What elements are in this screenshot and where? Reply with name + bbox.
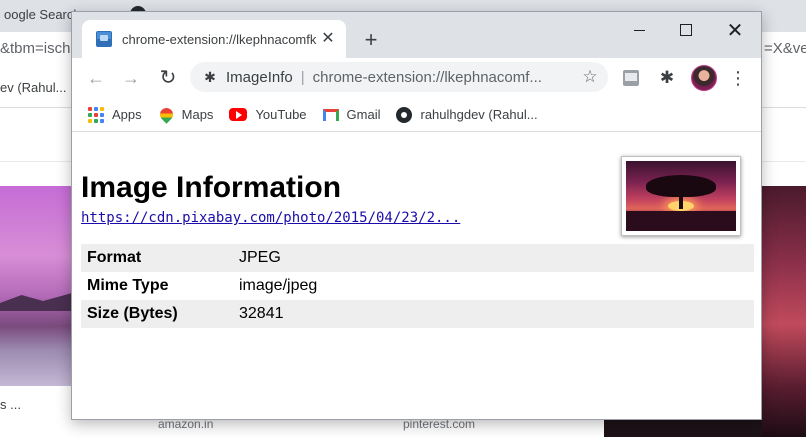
background-result-image-left[interactable] xyxy=(0,186,72,386)
ground-silhouette xyxy=(626,211,736,231)
tab-title: chrome-extension://lkephnacomfkn xyxy=(122,31,317,47)
image-url-link[interactable]: https://cdn.pixabay.com/photo/2015/04/23… xyxy=(81,210,460,226)
background-result-image-bottom[interactable] xyxy=(604,420,762,437)
new-tab-button[interactable]: + xyxy=(358,28,384,54)
image-thumbnail xyxy=(621,156,741,236)
extension-page-content: Image Information https://cdn.pixabay.co… xyxy=(72,133,761,419)
address-url: chrome-extension://lkephnacomf... xyxy=(312,68,542,86)
sunset-tree-image xyxy=(626,161,736,231)
table-row: Format JPEG xyxy=(81,244,754,272)
github-icon xyxy=(396,106,413,123)
background-result-caption[interactable]: s ... xyxy=(0,397,21,412)
apps-grid-dot xyxy=(100,106,104,111)
address-site-name: ImageInfo xyxy=(226,68,293,86)
forward-arrow-icon[interactable]: → xyxy=(117,64,145,92)
browser-toolbar: ← → ↻ ✱ ImageInfo | chrome-extension://l… xyxy=(72,58,761,98)
apps-grid-icon xyxy=(88,106,104,123)
page-title: Image Information xyxy=(81,171,342,204)
row-key: Format xyxy=(87,249,142,266)
row-value: JPEG xyxy=(239,249,281,266)
apps-grid-dot xyxy=(88,118,92,123)
image-info-table: Format JPEG Mime Type image/jpeg Size (B… xyxy=(81,244,754,328)
kebab-menu-icon[interactable]: ⋮ xyxy=(728,67,748,89)
reload-icon[interactable]: ↻ xyxy=(154,64,182,92)
address-bar[interactable]: ✱ ImageInfo | chrome-extension://lkephna… xyxy=(190,62,608,92)
row-key: Mime Type xyxy=(87,277,169,294)
maximize-button[interactable] xyxy=(664,16,708,46)
background-address-fragment-left: &tbm=isch xyxy=(0,40,71,57)
extensions-puzzle-icon[interactable]: ✱ xyxy=(656,67,678,89)
maps-pin-icon xyxy=(156,104,176,124)
tab-imageinfo[interactable]: chrome-extension://lkephnacomfkn ✕ xyxy=(82,20,346,58)
bookmark-maps[interactable]: Maps xyxy=(156,104,214,124)
bookmark-gmail[interactable]: Gmail xyxy=(322,107,381,122)
extension-popup-window: chrome-extension://lkephnacomfkn ✕ + ✕ ←… xyxy=(71,11,762,420)
background-result-image-right[interactable] xyxy=(762,186,806,437)
puzzle-extension-icon: ✱ xyxy=(204,69,216,85)
youtube-icon xyxy=(229,108,248,121)
bookmark-apps[interactable]: Apps xyxy=(88,106,142,123)
background-bookmark-github[interactable]: ev (Rahul... xyxy=(0,80,66,95)
bookmark-star-icon[interactable]: ☆ xyxy=(580,67,600,87)
row-value: 32841 xyxy=(239,305,284,322)
bookmark-label: rahulhgdev (Rahul... xyxy=(420,107,538,122)
gmail-icon xyxy=(322,108,339,121)
profile-avatar[interactable] xyxy=(691,65,717,91)
bookmark-label: Gmail xyxy=(346,107,381,122)
row-value: image/jpeg xyxy=(239,277,318,294)
table-row: Size (Bytes) 32841 xyxy=(81,300,754,328)
table-row: Mime Type image/jpeg xyxy=(81,272,754,300)
background-address-fragment-right: =X&ve xyxy=(764,40,806,57)
apps-grid-dot xyxy=(100,112,104,117)
apps-grid-dot xyxy=(94,106,98,111)
apps-grid-dot xyxy=(100,118,104,123)
image-favicon-icon xyxy=(96,31,112,47)
image-extension-icon[interactable] xyxy=(623,70,639,86)
tree-trunk xyxy=(679,193,683,209)
apps-grid-dot xyxy=(94,112,98,117)
address-separator: | xyxy=(300,68,305,86)
bookmark-github[interactable]: rahulhgdev (Rahul... xyxy=(396,106,538,123)
minimize-button[interactable] xyxy=(617,16,661,46)
bookmarks-bar: Apps Maps YouTube Gmail rahulhgdev (Rahu… xyxy=(72,98,761,132)
apps-grid-dot xyxy=(88,106,92,111)
row-key: Size (Bytes) xyxy=(87,305,178,322)
back-arrow-icon[interactable]: ← xyxy=(82,64,110,92)
bookmark-label: Apps xyxy=(112,107,142,122)
apps-grid-dot xyxy=(88,112,92,117)
bookmark-youtube[interactable]: YouTube xyxy=(229,107,307,122)
bookmark-label: Maps xyxy=(181,107,214,122)
tab-close-icon[interactable]: ✕ xyxy=(318,29,338,49)
apps-grid-dot xyxy=(94,118,98,123)
bookmark-label: YouTube xyxy=(255,107,307,122)
title-bar: chrome-extension://lkephnacomfkn ✕ + ✕ xyxy=(72,12,761,58)
close-window-button[interactable]: ✕ xyxy=(713,16,757,46)
